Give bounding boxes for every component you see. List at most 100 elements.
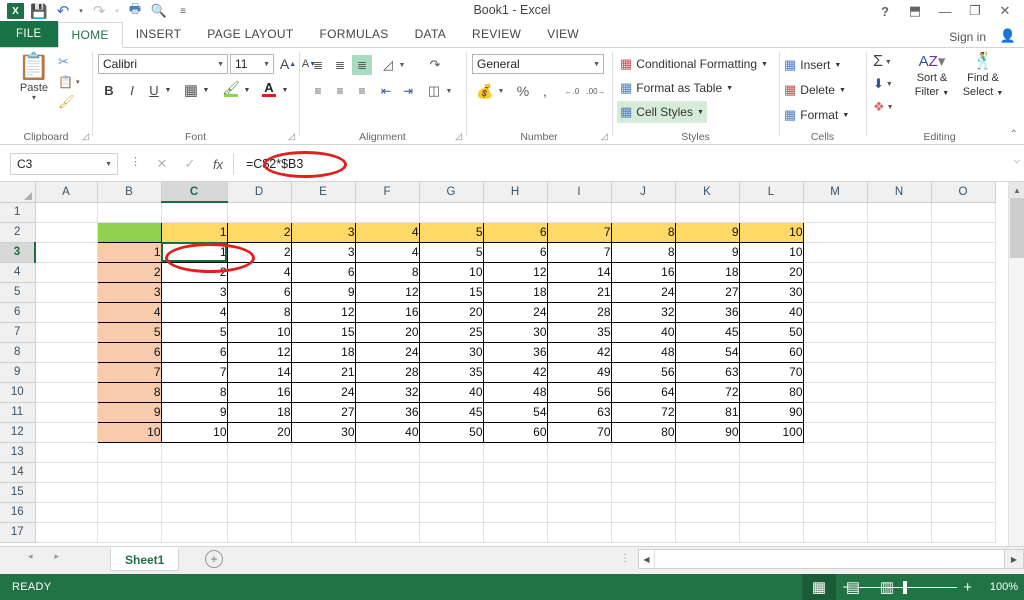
cell-H4[interactable]: 12 <box>483 262 548 283</box>
cell-H15[interactable] <box>483 482 548 503</box>
cell-L9[interactable]: 70 <box>739 362 804 383</box>
cell-N14[interactable] <box>867 462 932 483</box>
cell-B15[interactable] <box>97 482 162 503</box>
cell-D4[interactable]: 4 <box>227 262 292 283</box>
cell-M15[interactable] <box>803 482 868 503</box>
wrap-text-button[interactable]: ↷ <box>425 55 445 75</box>
cell-L3[interactable]: 10 <box>739 242 804 263</box>
zoom-out-button[interactable]: − <box>842 579 851 596</box>
cell-H14[interactable] <box>483 462 548 483</box>
row-header-6[interactable]: 6 <box>0 302 36 323</box>
cell-B13[interactable] <box>97 442 162 463</box>
chevron-down-icon[interactable]: ▼ <box>263 61 270 68</box>
cell-A16[interactable] <box>35 502 98 523</box>
cell-G12[interactable]: 50 <box>419 422 484 443</box>
cell-A17[interactable] <box>35 522 98 543</box>
scroll-up-icon[interactable]: ▲ <box>1009 182 1024 198</box>
cell-D2[interactable]: 2 <box>227 222 292 243</box>
cell-F1[interactable] <box>355 202 420 223</box>
row-header-17[interactable]: 17 <box>0 522 36 543</box>
cell-G3[interactable]: 5 <box>419 242 484 263</box>
cell-O7[interactable] <box>931 322 996 343</box>
prev-sheet-icon[interactable]: ◂ <box>28 551 33 562</box>
cell-C14[interactable] <box>161 462 228 483</box>
cell-I16[interactable] <box>547 502 612 523</box>
insert-function-icon[interactable]: fx <box>204 153 232 175</box>
zoom-in-button[interactable]: + <box>963 579 972 596</box>
minimize-button[interactable]: — <box>930 0 960 22</box>
tab-home[interactable]: HOME <box>57 22 123 48</box>
cell-B3[interactable]: 1 <box>97 242 162 263</box>
row-header-12[interactable]: 12 <box>0 422 36 443</box>
cell-E4[interactable]: 6 <box>291 262 356 283</box>
cell-N7[interactable] <box>867 322 932 343</box>
cell-L2[interactable]: 10 <box>739 222 804 243</box>
cell-B17[interactable] <box>97 522 162 543</box>
find-and-select-button[interactable]: 🕺 Find & Select ▼ <box>959 54 1007 100</box>
cell-N13[interactable] <box>867 442 932 463</box>
cell-G5[interactable]: 15 <box>419 282 484 303</box>
cell-M8[interactable] <box>803 342 868 363</box>
merge-and-center-button[interactable]: ◫ <box>424 81 444 101</box>
bottom-align-button[interactable]: ≣ <box>352 55 372 75</box>
cell-G7[interactable]: 25 <box>419 322 484 343</box>
chevron-down-icon[interactable]: ▼ <box>842 112 849 119</box>
tab-insert[interactable]: INSERT <box>123 21 195 47</box>
chevron-down-icon[interactable]: ▼ <box>761 61 768 68</box>
cell-styles-button[interactable]: ▦ Cell Styles ▼ <box>617 101 707 123</box>
cell-B6[interactable]: 4 <box>97 302 162 323</box>
cell-E5[interactable]: 9 <box>291 282 356 303</box>
fill-color-button[interactable]: 🖌 <box>220 78 242 100</box>
cell-K6[interactable]: 36 <box>675 302 740 323</box>
cell-N5[interactable] <box>867 282 932 303</box>
tab-review[interactable]: REVIEW <box>459 21 534 47</box>
cell-B10[interactable]: 8 <box>97 382 162 403</box>
paste-button[interactable]: 📋 Paste ▾ <box>10 52 58 118</box>
next-sheet-icon[interactable]: ▸ <box>55 551 60 562</box>
help-button[interactable]: ? <box>870 0 900 22</box>
cell-J7[interactable]: 40 <box>611 322 676 343</box>
borders-dropdown-icon[interactable]: ▼ <box>200 80 212 100</box>
cell-G16[interactable] <box>419 502 484 523</box>
cell-B8[interactable]: 6 <box>97 342 162 363</box>
cell-J4[interactable]: 16 <box>611 262 676 283</box>
cell-A2[interactable] <box>35 222 98 243</box>
cell-K7[interactable]: 45 <box>675 322 740 343</box>
cell-J9[interactable]: 56 <box>611 362 676 383</box>
cell-N8[interactable] <box>867 342 932 363</box>
cell-A13[interactable] <box>35 442 98 463</box>
cell-E12[interactable]: 30 <box>291 422 356 443</box>
add-sheet-icon[interactable]: + <box>205 550 223 568</box>
fill-button[interactable]: ⬇ ▼ <box>873 76 893 92</box>
cell-M11[interactable] <box>803 402 868 423</box>
cell-D11[interactable]: 18 <box>227 402 292 423</box>
cell-M14[interactable] <box>803 462 868 483</box>
cell-C2[interactable]: 1 <box>161 222 228 243</box>
cell-F16[interactable] <box>355 502 420 523</box>
tab-formulas[interactable]: FORMULAS <box>307 21 402 47</box>
cell-H16[interactable] <box>483 502 548 523</box>
cell-K17[interactable] <box>675 522 740 543</box>
redo-dropdown-icon[interactable]: ▾ <box>112 1 122 21</box>
split-handle[interactable]: ⋮ <box>620 553 630 564</box>
cell-J2[interactable]: 8 <box>611 222 676 243</box>
customize-qat-icon[interactable]: ≡ <box>172 1 194 21</box>
cell-G15[interactable] <box>419 482 484 503</box>
chevron-down-icon[interactable]: ▼ <box>593 61 600 68</box>
cell-A10[interactable] <box>35 382 98 403</box>
cell-I2[interactable]: 7 <box>547 222 612 243</box>
cell-H11[interactable]: 54 <box>483 402 548 423</box>
cell-F10[interactable]: 32 <box>355 382 420 403</box>
cell-K11[interactable]: 81 <box>675 402 740 423</box>
cell-K14[interactable] <box>675 462 740 483</box>
cell-G2[interactable]: 5 <box>419 222 484 243</box>
row-header-15[interactable]: 15 <box>0 482 36 503</box>
collapse-ribbon-icon[interactable]: ⌃ <box>1010 129 1018 140</box>
worksheet-grid[interactable]: ABCDEFGHIJKLMNO 1 2 1 2 3 4 5 6 7 8 9 10 3 1 1 2 3 4 5 6 7 8 9… <box>0 182 1024 546</box>
cell-B1[interactable] <box>97 202 162 223</box>
cell-F5[interactable]: 12 <box>355 282 420 303</box>
alignment-dialog-launcher-icon[interactable]: ◿ <box>455 131 462 142</box>
row-header-1[interactable]: 1 <box>0 202 36 223</box>
cell-N3[interactable] <box>867 242 932 263</box>
cell-L13[interactable] <box>739 442 804 463</box>
